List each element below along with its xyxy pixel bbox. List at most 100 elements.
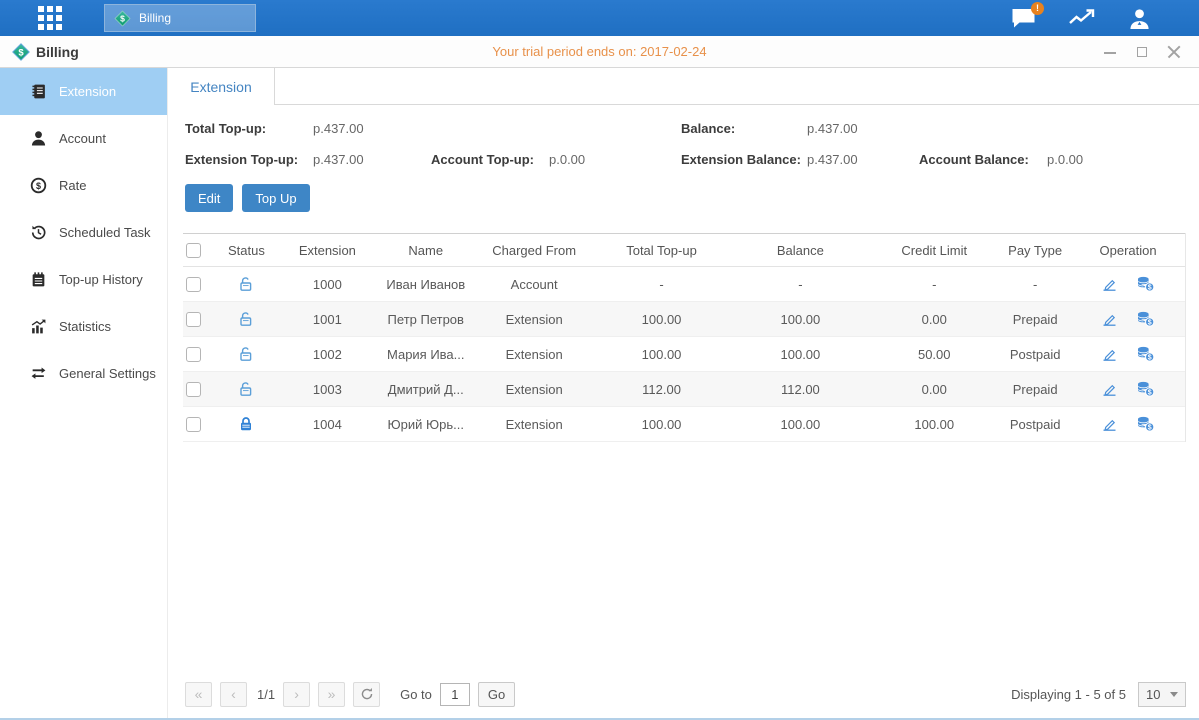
balance-cell: 100.00	[731, 417, 869, 432]
svg-text:$: $	[18, 47, 24, 58]
svg-text:$: $	[1148, 320, 1152, 327]
table-header: Status Extension Name Charged From Total…	[183, 233, 1185, 267]
taskbar-tab-billing[interactable]: $ Billing	[104, 4, 256, 32]
refresh-icon[interactable]	[353, 682, 380, 707]
sidebar-item-topup-history[interactable]: Top-up History	[0, 256, 167, 303]
lock-open-icon	[238, 346, 254, 362]
notepad-icon	[30, 271, 47, 288]
sidebar-item-statistics[interactable]: Statistics	[0, 303, 167, 350]
extension-cell: 1002	[280, 347, 375, 362]
sidebar-item-rate[interactable]: $ Rate	[0, 162, 167, 209]
table-row[interactable]: 1002 Мария Ива... Extension 100.00 100.0…	[183, 337, 1185, 372]
maximize-icon[interactable]	[1135, 45, 1149, 59]
close-icon[interactable]	[1167, 45, 1181, 59]
sidebar: Extension Account $ Rate Scheduled Task …	[0, 68, 168, 718]
prev-page-icon[interactable]: ‹	[220, 682, 247, 707]
col-total-topup: Total Top-up	[592, 243, 732, 258]
extension-cell: 1000	[280, 277, 375, 292]
window-title: Billing	[36, 44, 79, 60]
edit-icon[interactable]	[1101, 276, 1118, 292]
goto-page-input[interactable]	[440, 683, 470, 706]
credit-limit-cell: 0.00	[869, 312, 999, 327]
edit-icon[interactable]	[1101, 416, 1118, 432]
message-icon[interactable]: !	[1011, 8, 1036, 29]
row-checkbox[interactable]	[186, 347, 201, 362]
account-balance-value: p.0.00	[1047, 152, 1159, 167]
lock-closed-icon	[238, 416, 254, 432]
table-row[interactable]: 1000 Иван Иванов Account - - - - $	[183, 267, 1185, 302]
total-topup-value: p.437.00	[313, 121, 431, 136]
svg-text:$: $	[1148, 390, 1152, 397]
balance-value: p.437.00	[807, 121, 919, 136]
chart-icon[interactable]	[1068, 8, 1096, 28]
sidebar-item-label: Rate	[59, 178, 86, 193]
page-size-select[interactable]: 10	[1138, 682, 1186, 707]
page-size-value: 10	[1146, 687, 1160, 702]
dollar-circle-icon: $	[30, 177, 47, 194]
row-checkbox[interactable]	[186, 382, 201, 397]
edit-icon[interactable]	[1101, 311, 1118, 327]
system-topbar: $ Billing !	[0, 0, 1199, 36]
ledger-icon	[30, 83, 47, 100]
displaying-text: Displaying 1 - 5 of 5	[1011, 687, 1126, 702]
sidebar-item-extension[interactable]: Extension	[0, 68, 167, 115]
last-page-icon[interactable]: »	[318, 682, 345, 707]
select-all-checkbox[interactable]	[186, 243, 201, 258]
sidebar-item-account[interactable]: Account	[0, 115, 167, 162]
billing-app-window: $ Billing ! $ Billing You	[0, 0, 1199, 720]
total-topup-cell: 100.00	[592, 417, 732, 432]
col-name: Name	[375, 243, 477, 258]
row-checkbox[interactable]	[186, 312, 201, 327]
app-launcher-icon[interactable]	[38, 6, 62, 30]
credit-limit-cell: 100.00	[869, 417, 999, 432]
edit-button[interactable]: Edit	[185, 184, 233, 212]
svg-text:$: $	[1148, 285, 1152, 292]
table-row[interactable]: 1001 Петр Петров Extension 100.00 100.00…	[183, 302, 1185, 337]
col-balance: Balance	[731, 243, 869, 258]
edit-icon[interactable]	[1101, 346, 1118, 362]
user-icon[interactable]	[1128, 8, 1151, 29]
col-pay-type: Pay Type	[999, 243, 1071, 258]
first-page-icon[interactable]: «	[185, 682, 212, 707]
account-balance-label: Account Balance:	[919, 152, 1047, 167]
pay-type-cell: Postpaid	[999, 417, 1071, 432]
top-up-icon[interactable]: $	[1136, 381, 1155, 397]
row-checkbox[interactable]	[186, 417, 201, 432]
row-checkbox[interactable]	[186, 277, 201, 292]
top-up-icon[interactable]: $	[1136, 416, 1155, 432]
edit-icon[interactable]	[1101, 381, 1118, 397]
total-topup-cell: 100.00	[592, 347, 732, 362]
pagination-bar: « ‹ 1/1 › » Go to Go Displaying 1 - 5 of…	[168, 676, 1199, 718]
credit-limit-cell: -	[869, 277, 999, 292]
svg-text:$: $	[1148, 355, 1152, 362]
tab-extension[interactable]: Extension	[168, 68, 275, 105]
table-row[interactable]: 1004 Юрий Юрь... Extension 100.00 100.00…	[183, 407, 1185, 442]
table-body: 1000 Иван Иванов Account - - - - $ 1001 …	[183, 267, 1185, 442]
top-up-icon[interactable]: $	[1136, 276, 1155, 292]
account-topup-value: p.0.00	[549, 152, 667, 167]
name-cell: Иван Иванов	[375, 277, 477, 292]
name-cell: Дмитрий Д...	[375, 382, 477, 397]
goto-label: Go to	[400, 687, 432, 702]
charged-from-cell: Account	[477, 277, 592, 292]
top-up-button[interactable]: Top Up	[242, 184, 309, 212]
sidebar-item-label: General Settings	[59, 366, 156, 381]
sidebar-item-general-settings[interactable]: General Settings	[0, 350, 167, 397]
sidebar-item-scheduled-task[interactable]: Scheduled Task	[0, 209, 167, 256]
top-up-icon[interactable]: $	[1136, 346, 1155, 362]
window-titlebar: $ Billing Your trial period ends on: 201…	[0, 36, 1199, 68]
go-button[interactable]: Go	[478, 682, 515, 707]
taskbar-tab-label: Billing	[139, 11, 171, 25]
table-row[interactable]: 1003 Дмитрий Д... Extension 112.00 112.0…	[183, 372, 1185, 407]
extension-topup-value: p.437.00	[313, 152, 431, 167]
chevron-down-icon	[1170, 692, 1178, 697]
charged-from-cell: Extension	[477, 417, 592, 432]
stats-chart-icon	[30, 318, 47, 335]
extension-cell: 1003	[280, 382, 375, 397]
total-topup-cell: -	[592, 277, 732, 292]
col-credit-limit: Credit Limit	[869, 243, 999, 258]
balance-cell: 112.00	[731, 382, 869, 397]
next-page-icon[interactable]: ›	[283, 682, 310, 707]
top-up-icon[interactable]: $	[1136, 311, 1155, 327]
minimize-icon[interactable]	[1103, 45, 1117, 59]
